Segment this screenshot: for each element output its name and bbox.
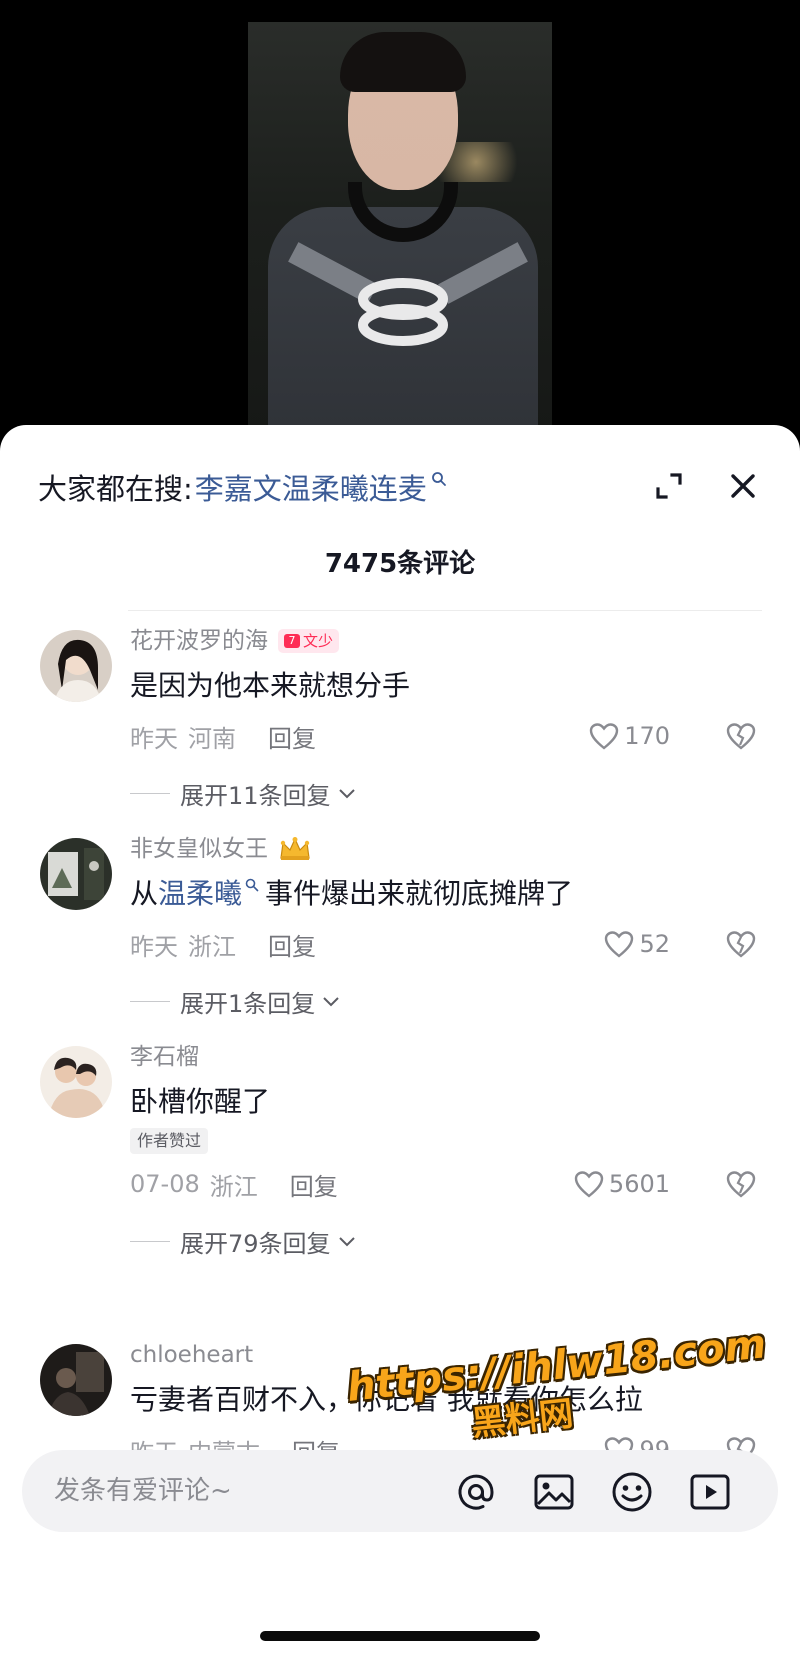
video-frame	[248, 22, 552, 440]
reply-button[interactable]: 回复	[268, 927, 316, 962]
chevron-down-icon	[323, 997, 339, 1007]
avatar[interactable]	[40, 630, 112, 702]
comment-count-title: 7475条评论	[324, 549, 476, 579]
chevron-down-icon	[338, 1237, 355, 1247]
comment-text-suffix: 事件爆出来就彻底摊牌了	[265, 877, 574, 910]
comment-text: 是因为他本来就想分手	[130, 669, 411, 702]
comment-input-bar[interactable]: 发条有爱评论~	[22, 1450, 778, 1532]
divider	[128, 610, 762, 611]
comment-location: 浙江	[209, 1172, 258, 1201]
comment-date: 07-08	[130, 1170, 200, 1198]
avatar[interactable]	[40, 1046, 112, 1118]
search-icon	[245, 878, 259, 892]
close-icon[interactable]	[724, 467, 762, 505]
crown-icon	[280, 837, 310, 860]
video-player[interactable]	[0, 0, 800, 440]
comment-date: 昨天	[130, 724, 178, 753]
reply-button[interactable]: 回复	[290, 1167, 338, 1202]
reply-button[interactable]: 回复	[268, 719, 316, 754]
comment-username[interactable]: 非女皇似女王	[130, 832, 268, 866]
broken-heart-icon[interactable]	[724, 1168, 758, 1200]
trending-search[interactable]: 大家都在搜: 李嘉文温柔曦连麦	[38, 465, 447, 509]
trending-search-label: 大家都在搜:	[38, 472, 193, 506]
chevron-down-icon	[338, 789, 355, 799]
comment-search-link[interactable]: 温柔曦	[158, 877, 242, 910]
avatar[interactable]	[40, 838, 112, 910]
level-badge-number: 7	[284, 634, 300, 648]
author-liked-tag: 作者赞过	[130, 1128, 209, 1154]
video-reply-icon[interactable]	[688, 1470, 732, 1514]
heart-icon	[574, 1171, 604, 1198]
shirt-logo	[358, 278, 448, 346]
comment-date: 昨天	[130, 932, 178, 961]
expand-replies-button[interactable]: 展开11条回复	[130, 776, 762, 810]
comment-input[interactable]: 发条有爱评论~	[54, 1450, 232, 1532]
expand-replies-label: 展开79条回复	[180, 1229, 331, 1258]
trending-search-term[interactable]: 李嘉文温柔曦连麦	[195, 466, 427, 508]
expand-icon[interactable]	[652, 469, 686, 503]
like-count: 170	[624, 722, 670, 750]
comment-text-prefix: 从	[130, 877, 159, 910]
comment-username[interactable]: chloeheart	[130, 1338, 253, 1372]
like-button[interactable]: 52	[603, 924, 670, 964]
level-badge-text: 文少	[303, 632, 334, 650]
like-button[interactable]: 5601	[573, 1164, 670, 1204]
expand-replies-button[interactable]: 展开79条回复	[130, 1224, 762, 1258]
like-count: 52	[639, 930, 670, 958]
expand-replies-button[interactable]: 展开1条回复	[130, 984, 762, 1018]
comment-location: 浙江	[188, 932, 236, 961]
home-indicator[interactable]	[260, 1631, 540, 1641]
broken-heart-icon[interactable]	[724, 928, 758, 960]
comment-location: 河南	[188, 724, 236, 753]
like-button[interactable]: 170	[588, 716, 670, 756]
search-icon	[431, 472, 446, 486]
level-badge: 7 文少	[278, 629, 340, 653]
avatar[interactable]	[40, 1344, 112, 1416]
comment-username[interactable]: 李石榴	[130, 1040, 199, 1074]
expand-replies-label: 展开11条回复	[180, 781, 331, 810]
heart-icon	[589, 723, 619, 750]
comment-text: 卧槽你醒了	[130, 1085, 271, 1118]
heart-icon	[605, 931, 634, 958]
comment-username[interactable]: 花开波罗的海	[130, 624, 268, 658]
broken-heart-icon[interactable]	[724, 720, 758, 752]
like-count: 5601	[608, 1170, 670, 1198]
emoji-icon[interactable]	[610, 1470, 654, 1514]
expand-replies-label: 展开1条回复	[180, 989, 316, 1018]
image-icon[interactable]	[532, 1470, 576, 1514]
comment-sheet: 大家都在搜: 李嘉文温柔曦连麦 7475条评论 花开波罗的海 7 文少 是因为他…	[0, 425, 800, 1659]
comment-text: 亏妻者百财不入，你记着 我就看你怎么拉	[130, 1383, 643, 1416]
mention-icon[interactable]	[454, 1470, 498, 1514]
